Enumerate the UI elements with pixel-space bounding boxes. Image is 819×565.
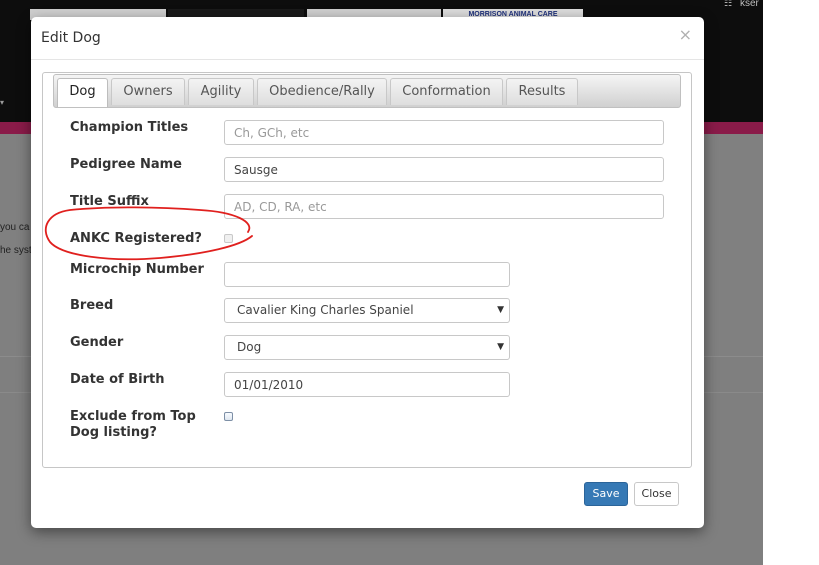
date-of-birth-input[interactable] (224, 372, 510, 397)
exclude-top-dog-label-line1: Exclude from Top (70, 409, 196, 424)
modal-title: Edit Dog (41, 30, 101, 46)
tab-obedience-rally[interactable]: Obedience/Rally (257, 78, 387, 105)
breed-select[interactable]: Cavalier King Charles Spaniel ▼ (224, 298, 510, 323)
tab-bar: Dog Owners Agility Obedience/Rally Confo… (53, 74, 681, 108)
user-icon[interactable]: ☷ (724, 0, 732, 9)
tab-results[interactable]: Results (506, 78, 578, 105)
chevron-down-icon: ▼ (497, 305, 504, 315)
tab-dog[interactable]: Dog (57, 78, 108, 107)
gender-label: Gender (70, 335, 124, 350)
exclude-top-dog-label: Exclude from Top Dog listing? (70, 409, 196, 441)
modal-footer: Save Close (31, 469, 704, 528)
gender-select[interactable]: Dog ▼ (224, 335, 510, 360)
tab-owners[interactable]: Owners (111, 78, 185, 105)
exclude-top-dog-label-line2: Dog listing? (70, 425, 157, 440)
user-name[interactable]: kser (740, 0, 759, 9)
edit-dog-modal: Edit Dog × Dog Owners Agility Obedience/… (31, 17, 704, 528)
exclude-top-dog-checkbox[interactable] (224, 412, 233, 421)
page-margin (763, 0, 819, 565)
ankc-registered-label: ANKC Registered? (70, 231, 202, 246)
page-text: you ca (0, 222, 30, 233)
close-button[interactable]: Close (634, 482, 679, 506)
tab-conformation[interactable]: Conformation (390, 78, 503, 105)
title-suffix-input[interactable] (224, 194, 664, 219)
tab-agility[interactable]: Agility (188, 78, 254, 105)
champion-titles-input[interactable] (224, 120, 664, 145)
save-button[interactable]: Save (584, 482, 628, 506)
chevron-down-icon: ▼ (497, 342, 504, 352)
champion-titles-label: Champion Titles (70, 120, 189, 135)
ankc-registered-checkbox[interactable] (224, 234, 233, 243)
date-of-birth-label: Date of Birth (70, 372, 165, 387)
breed-select-value: Cavalier King Charles Spaniel (237, 303, 414, 317)
tab-panel: Dog Owners Agility Obedience/Rally Confo… (42, 72, 692, 468)
microchip-number-label: Microchip Number (70, 262, 204, 277)
gender-select-value: Dog (237, 340, 262, 354)
modal-header: Edit Dog × (31, 17, 704, 60)
microchip-number-input[interactable] (224, 262, 510, 287)
title-suffix-label: Title Suffix (70, 194, 149, 209)
breed-label: Breed (70, 298, 114, 313)
close-icon[interactable]: × (679, 25, 692, 44)
caret-down-icon[interactable]: ▾ (0, 98, 4, 107)
pedigree-name-input[interactable] (224, 157, 664, 182)
pedigree-name-label: Pedigree Name (70, 157, 182, 172)
page-text: he syst (0, 245, 32, 256)
